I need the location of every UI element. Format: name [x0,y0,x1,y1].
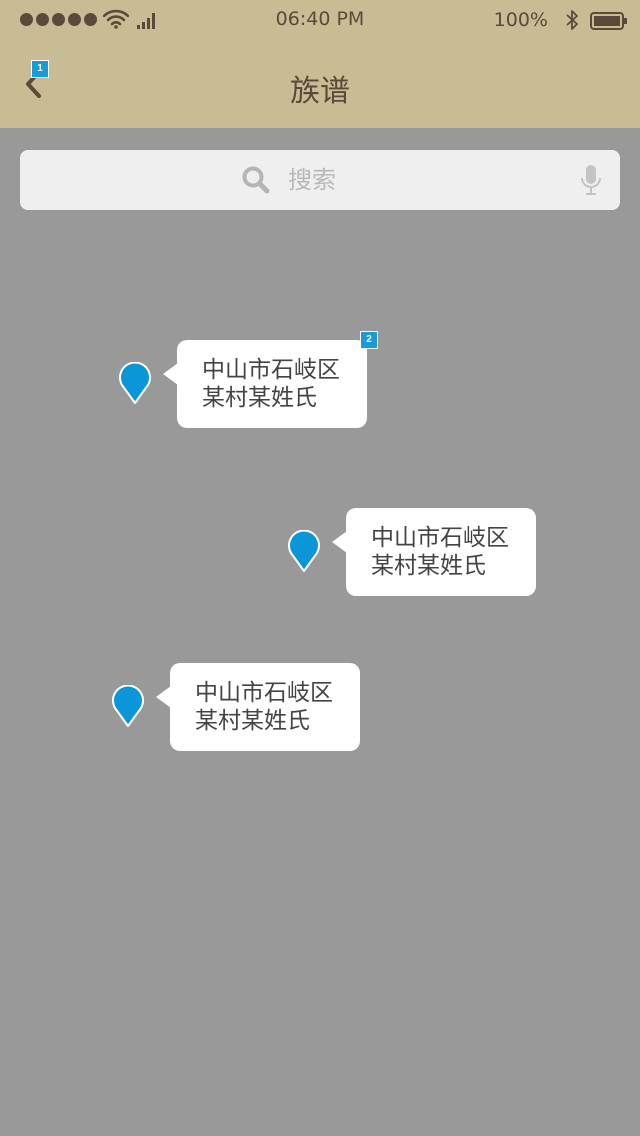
marker-family: 某村某姓氏 [202,385,317,411]
map-pin-icon [119,362,151,404]
marker-location: 中山市石岐区 [371,525,509,551]
search-input[interactable] [288,163,528,197]
marker-label: 中山市石岐区 某村某姓氏 [195,679,333,735]
marker-family: 某村某姓氏 [195,708,310,734]
header: 06:40 PM 100% 族谱 [0,0,640,128]
marker-label: 中山市石岐区 某村某姓氏 [202,356,340,412]
search-icon [242,166,270,194]
map-area[interactable]: 中山市石岐区 某村某姓氏 中山市石岐区 某村某姓氏 中山市石岐区 某村某姓氏 [0,210,640,1136]
navigation-bar: 族谱 [0,40,640,128]
annotation-badge: 2 [361,332,377,348]
map-pin-icon [112,685,144,727]
marker-callout[interactable]: 中山市石岐区 某村某姓氏 [163,340,367,428]
marker-location: 中山市石岐区 [195,680,333,706]
annotation-badge: 1 [32,61,48,77]
bluetooth-icon [566,10,578,30]
mic-icon[interactable] [579,163,603,197]
marker-callout[interactable]: 中山市石岐区 某村某姓氏 [332,508,536,596]
marker-callout[interactable]: 中山市石岐区 某村某姓氏 [156,663,360,751]
battery-icon [590,12,627,30]
status-bar: 06:40 PM 100% [0,0,640,40]
marker-family: 某村某姓氏 [371,553,486,579]
page-title: 族谱 [290,74,350,109]
battery-percentage: 100% [493,9,548,31]
search-bar[interactable] [20,150,620,210]
map-pin-icon [288,530,320,572]
marker-label: 中山市石岐区 某村某姓氏 [371,524,509,580]
marker-location: 中山市石岐区 [202,357,340,383]
